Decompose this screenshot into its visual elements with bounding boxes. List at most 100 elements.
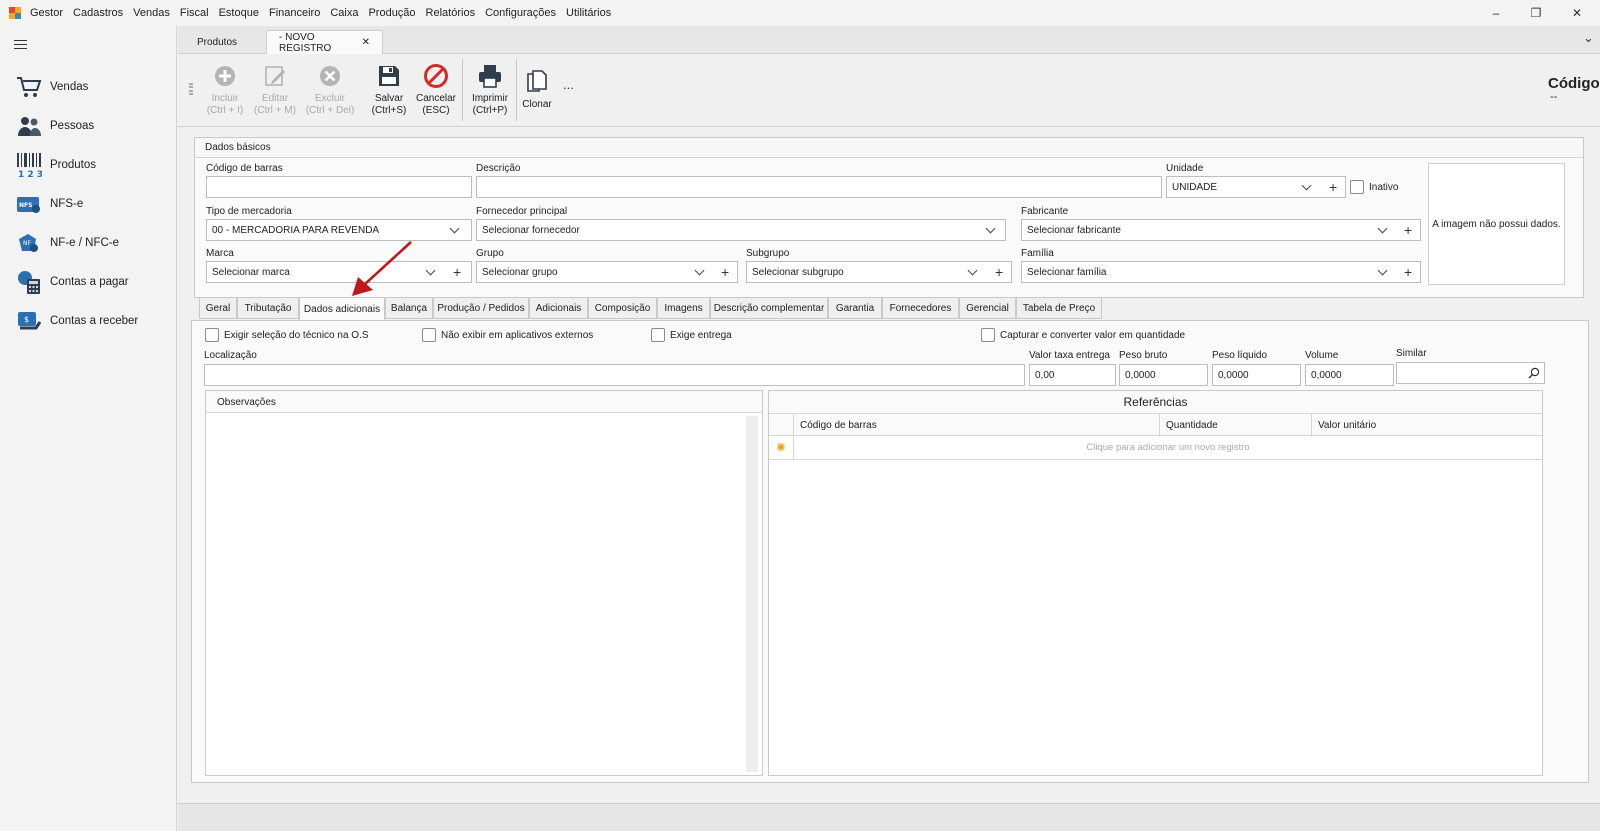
observacoes-title: Observações bbox=[217, 397, 276, 408]
descricao-input[interactable] bbox=[476, 176, 1162, 198]
exige-entrega-checkbox[interactable] bbox=[651, 328, 665, 342]
tab-composicao[interactable]: Composição bbox=[588, 297, 657, 319]
sidebar-item-nfse[interactable]: NFS NFS-e bbox=[16, 189, 83, 219]
familia-select[interactable]: Selecionar família + bbox=[1021, 261, 1421, 283]
similar-input[interactable] bbox=[1396, 362, 1545, 384]
tab-label: Composição bbox=[594, 302, 651, 314]
descricao-label: Descrição bbox=[476, 163, 521, 174]
volume-input[interactable]: 0,0000 bbox=[1305, 364, 1394, 386]
marca-select[interactable]: Selecionar marca + bbox=[206, 261, 472, 283]
menu-fiscal[interactable]: Fiscal bbox=[175, 7, 214, 19]
taxa-entrega-label: Valor taxa entrega bbox=[1029, 350, 1110, 361]
close-window-button[interactable]: ✕ bbox=[1554, 0, 1600, 26]
tab-dados-adicionais[interactable]: Dados adicionais bbox=[299, 297, 385, 321]
add-subgrupo-icon[interactable]: + bbox=[995, 264, 1003, 280]
grid-header-quantidade[interactable]: Quantidade bbox=[1160, 414, 1312, 437]
menu-financeiro[interactable]: Financeiro bbox=[264, 7, 325, 19]
basic-data-header: Dados básicos bbox=[195, 138, 1583, 158]
tab-geral[interactable]: Geral bbox=[199, 297, 237, 319]
tabs-overflow-icon[interactable]: ⌄ bbox=[1583, 30, 1594, 46]
tab-tributacao[interactable]: Tributação bbox=[237, 297, 299, 319]
svg-text:NFS: NFS bbox=[19, 202, 32, 209]
inativo-checkbox[interactable] bbox=[1350, 180, 1364, 194]
observacoes-textarea[interactable] bbox=[209, 416, 744, 772]
add-familia-icon[interactable]: + bbox=[1404, 264, 1412, 280]
tab-imagens[interactable]: Imagens bbox=[657, 297, 710, 319]
menu-configuracoes[interactable]: Configurações bbox=[480, 7, 561, 19]
sidebar-item-produtos[interactable]: 1 2 3 Produtos bbox=[16, 150, 96, 180]
add-fabricante-icon[interactable]: + bbox=[1404, 222, 1412, 238]
close-tab-icon[interactable]: ✕ bbox=[362, 37, 370, 48]
menu-estoque[interactable]: Estoque bbox=[214, 7, 264, 19]
unidade-select[interactable]: UNIDADE + bbox=[1166, 176, 1346, 198]
tab-label: Tributação bbox=[244, 302, 292, 314]
tab-producao-pedidos[interactable]: Produção / Pedidos bbox=[433, 297, 529, 319]
product-image-box[interactable]: A imagem não possui dados. bbox=[1428, 163, 1565, 285]
toolbar-grip-icon[interactable] bbox=[189, 83, 193, 95]
tab-gerencial[interactable]: Gerencial bbox=[959, 297, 1016, 319]
add-unidade-icon[interactable]: + bbox=[1329, 179, 1337, 195]
image-placeholder-text: A imagem não possui dados. bbox=[1432, 218, 1561, 230]
add-marca-icon[interactable]: + bbox=[453, 264, 461, 280]
sidebar-item-pessoas[interactable]: Pessoas bbox=[16, 111, 94, 141]
observacoes-box: Observações bbox=[205, 390, 763, 776]
subgrupo-select[interactable]: Selecionar subgrupo + bbox=[746, 261, 1012, 283]
maximize-button[interactable]: ❐ bbox=[1513, 0, 1559, 26]
referencias-grid: Referências Código de barras Quantidade … bbox=[768, 390, 1543, 776]
menu-producao[interactable]: Produção bbox=[363, 7, 420, 19]
unidade-label: Unidade bbox=[1166, 163, 1204, 174]
nao-exibir-aplicativos-checkbox[interactable] bbox=[422, 328, 436, 342]
search-icon[interactable] bbox=[1528, 367, 1540, 379]
hamburger-menu-icon[interactable] bbox=[14, 40, 27, 52]
peso-liquido-input[interactable]: 0,0000 bbox=[1212, 364, 1301, 386]
more-options-button[interactable]: ... bbox=[563, 77, 574, 92]
observacoes-scrollbar[interactable] bbox=[746, 416, 758, 772]
clone-icon bbox=[524, 69, 550, 95]
exigir-tecnico-checkbox[interactable] bbox=[205, 328, 219, 342]
tab-tabela-preco[interactable]: Tabela de Preço bbox=[1016, 297, 1102, 319]
excluir-button[interactable]: Excluir (Ctrl + Del) bbox=[302, 63, 358, 117]
clonar-button[interactable]: Clonar bbox=[509, 69, 565, 111]
doc-tab-novo-registro[interactable]: - NOVO REGISTRO ✕ bbox=[266, 30, 383, 54]
grupo-select[interactable]: Selecionar grupo + bbox=[476, 261, 738, 283]
fornecedor-select[interactable]: Selecionar fornecedor bbox=[476, 219, 1006, 241]
dados-adicionais-panel: Exigir seleção do técnico na O.S Não exi… bbox=[191, 320, 1589, 783]
tab-descricao-complementar[interactable]: Descrição complementar bbox=[710, 297, 828, 319]
tab-garantia[interactable]: Garantia bbox=[828, 297, 882, 319]
section-title: Dados básicos bbox=[205, 142, 271, 153]
tab-balanca[interactable]: Balança bbox=[385, 297, 433, 319]
tab-adicionais[interactable]: Adicionais bbox=[529, 297, 588, 319]
codigo-barras-label: Código de barras bbox=[206, 163, 283, 174]
sidebar-item-vendas[interactable]: Vendas bbox=[16, 72, 88, 102]
tipo-mercadoria-select[interactable]: 00 - MERCADORIA PARA REVENDA bbox=[206, 219, 472, 241]
menu-relatorios[interactable]: Relatórios bbox=[421, 7, 481, 19]
menu-utilitarios[interactable]: Utilitários bbox=[561, 7, 616, 19]
incluir-button[interactable]: Incluir (Ctrl + I) bbox=[197, 63, 253, 117]
editar-button[interactable]: Editar (Ctrl + M) bbox=[247, 63, 303, 117]
tab-fornecedores[interactable]: Fornecedores bbox=[882, 297, 959, 319]
sidebar-item-contas-receber[interactable]: $ Contas a receber bbox=[16, 306, 138, 336]
menu-cadastros[interactable]: Cadastros bbox=[68, 7, 128, 19]
cancelar-button[interactable]: Cancelar (ESC) bbox=[408, 63, 464, 117]
peso-bruto-input[interactable]: 0,0000 bbox=[1119, 364, 1208, 386]
tab-label: Descrição complementar bbox=[713, 302, 825, 314]
fabricante-select[interactable]: Selecionar fabricante + bbox=[1021, 219, 1421, 241]
menu-vendas[interactable]: Vendas bbox=[128, 7, 175, 19]
sidebar-item-contas-pagar[interactable]: Contas a pagar bbox=[16, 267, 129, 297]
codigo-barras-input[interactable] bbox=[206, 176, 472, 198]
tab-label: Geral bbox=[205, 302, 231, 314]
sidebar-item-nfe[interactable]: NF NF-e / NFC-e bbox=[16, 228, 119, 258]
add-grupo-icon[interactable]: + bbox=[721, 264, 729, 280]
sidebar: Vendas Pessoas 1 2 3 Produtos NFS NFS-e … bbox=[0, 26, 177, 831]
grid-header-valor-unitario[interactable]: Valor unitário bbox=[1312, 414, 1542, 437]
taxa-entrega-input[interactable]: 0,00 bbox=[1029, 364, 1116, 386]
localizacao-input[interactable] bbox=[204, 364, 1025, 386]
incluir-label: Incluir bbox=[211, 93, 239, 104]
grid-new-row[interactable]: ✺ Clique para adicionar um novo registro bbox=[769, 436, 1542, 460]
menu-caixa[interactable]: Caixa bbox=[325, 7, 363, 19]
capturar-converter-checkbox[interactable] bbox=[981, 328, 995, 342]
app-title: Gestor bbox=[30, 7, 64, 19]
grid-header-codigo-barras[interactable]: Código de barras bbox=[794, 414, 1160, 437]
tab-label: Gerencial bbox=[966, 302, 1009, 314]
doc-tab-produtos[interactable]: Produtos bbox=[185, 30, 249, 54]
